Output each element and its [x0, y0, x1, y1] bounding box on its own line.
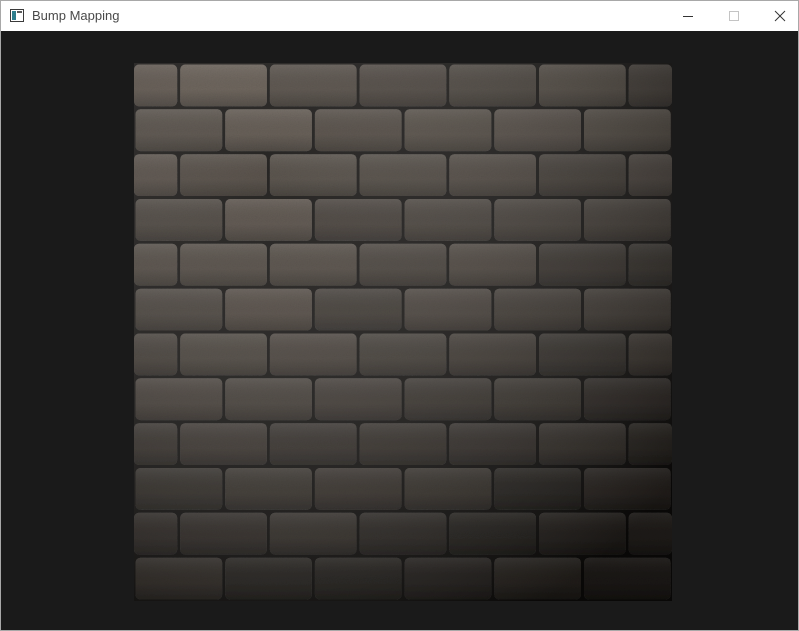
close-button[interactable] [757, 1, 798, 31]
brick-wall-quad [134, 63, 672, 601]
lighting-overlay [134, 63, 672, 601]
render-area[interactable] [1, 31, 798, 630]
maximize-icon [729, 11, 739, 21]
window-app-icon [10, 9, 24, 22]
app-window: Bump Mapping [0, 0, 799, 631]
window-title: Bump Mapping [32, 8, 120, 23]
close-icon [774, 10, 786, 22]
minimize-button[interactable] [665, 1, 711, 31]
title-bar[interactable]: Bump Mapping [1, 1, 798, 31]
maximize-button[interactable] [711, 1, 757, 31]
minimize-icon [683, 16, 693, 17]
